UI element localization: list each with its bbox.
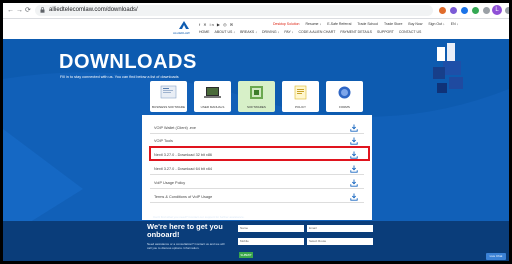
download-label: VoIP Usage Policy (154, 181, 186, 185)
logo-mark-icon (179, 21, 189, 29)
download-icon[interactable] (350, 179, 358, 187)
category-label: POLICY (294, 105, 306, 109)
nav-item[interactable]: PAY ↓ (284, 30, 293, 34)
nav-item[interactable]: BREAKS ↓ (240, 30, 257, 34)
social-icons[interactable]: f ✕ in ▶ ◎ ✉ (199, 22, 234, 27)
field-placeholder: Select Route (309, 239, 327, 243)
downloads-panel: VOIP Wallet (Client) .exe VOIP Tools Nextl… (142, 115, 372, 220)
category-image-icon (338, 86, 351, 99)
category-card[interactable]: USER MANUALS (194, 81, 231, 112)
category-card[interactable]: SOFTWARES (238, 81, 275, 112)
nav-item[interactable]: DRIVING ↓ (262, 30, 279, 34)
extension-icon[interactable] (450, 7, 457, 14)
form-field[interactable]: Name (238, 225, 304, 232)
download-row: Terms & Conditions of VoIP Usage (150, 192, 364, 203)
extension-icon[interactable] (483, 7, 490, 14)
cta-title: We're here to get you onboard! (147, 222, 223, 239)
highlight-box (149, 146, 370, 161)
category-label: BUSINESS SOFTWARE (152, 105, 185, 109)
top-links: Desktop Solution Resume ↓ E-Safe Referral T… (273, 22, 458, 26)
category-image-icon (204, 87, 221, 98)
cta-text: Need assistance or a consultation? Conta… (147, 242, 225, 250)
category-image-icon (160, 85, 177, 99)
field-placeholder: Email (309, 226, 317, 230)
browser-toolbar: ← → ⟳ alliedtelecomlaw.com/downloads/ L (3, 3, 509, 19)
top-link[interactable]: Trade School (357, 22, 378, 26)
download-icon[interactable] (350, 124, 358, 132)
address-bar[interactable]: alliedtelecomlaw.com/downloads/ (35, 5, 433, 16)
download-label: Nextl 3.27.0 - Download 64 bit x64 (154, 167, 213, 171)
reload-icon[interactable]: ⟳ (25, 6, 31, 15)
nav-item[interactable]: CODE A ALIEN CHART (298, 30, 335, 34)
category-cards: BUSINESS SOFTWARE USER MANUALS SOFTWARES PO… (150, 81, 363, 112)
lock-icon (40, 7, 45, 13)
download-label: Terms & Conditions of VoIP Usage (154, 195, 213, 199)
panel-note: Can't find what you need? Contact our su… (153, 215, 245, 219)
top-link[interactable]: EN ↓ (451, 22, 459, 26)
category-card[interactable]: POLICY (282, 81, 319, 112)
url-text: alliedtelecomlaw.com/downloads/ (49, 7, 138, 13)
form-field[interactable]: Mobile (238, 238, 304, 245)
nav-item[interactable]: ABOUT US ↓ (215, 30, 236, 34)
profile-avatar[interactable]: L (492, 5, 502, 15)
top-link[interactable]: E-Safe Referral (327, 22, 351, 26)
download-row: VoIP Usage Policy (150, 178, 364, 189)
category-label: SOFTWARES (247, 105, 266, 109)
nav-item[interactable]: HOME (199, 30, 210, 34)
nav-item[interactable]: CONTACT US (399, 30, 421, 34)
top-link[interactable]: Sign Out ↓ (428, 22, 444, 26)
form-field[interactable]: Email (307, 225, 373, 232)
download-icon[interactable] (350, 165, 358, 173)
extension-icon[interactable] (461, 7, 468, 14)
download-label: VOIP Wallet (Client) .exe (154, 126, 196, 130)
form-field[interactable]: Select Route (307, 238, 373, 245)
browser-window: ← → ⟳ alliedtelecomlaw.com/downloads/ L (3, 3, 509, 261)
category-label: FORMS (339, 105, 350, 109)
extension-icon[interactable] (439, 7, 446, 14)
download-row: Nextl 3.27.0 - Download 64 bit x64 (150, 164, 364, 175)
category-card[interactable]: BUSINESS SOFTWARE (150, 81, 187, 112)
site-header: ALLIEDLAW f ✕ in ▶ ◎ ✉ Desktop Solution R… (3, 19, 509, 39)
extension-icon[interactable] (505, 7, 509, 14)
extension-icon[interactable] (472, 7, 479, 14)
top-link[interactable]: Buy Now (408, 22, 422, 26)
page-subtitle: Fill in to stay connected with us. You c… (60, 75, 179, 79)
cubes-illustration (433, 43, 463, 93)
category-image-icon (250, 86, 263, 99)
field-placeholder: Name (240, 226, 249, 230)
forward-icon[interactable]: → (16, 6, 23, 15)
screenshot-frame: ← → ⟳ alliedtelecomlaw.com/downloads/ L (0, 0, 512, 264)
main-nav: HOME ABOUT US ↓ BREAKS ↓ DRIVING ↓ PAY ↓ CODE… (199, 30, 421, 34)
category-image-icon (294, 85, 307, 100)
top-link[interactable]: Trade Store (384, 22, 402, 26)
top-link[interactable]: Resume ↓ (305, 22, 321, 26)
nav-item[interactable]: PAYMENT DETAILS (340, 30, 372, 34)
submit-button[interactable]: SUBMIT (239, 252, 253, 258)
download-row: VOIP Wallet (Client) .exe (150, 123, 364, 134)
field-placeholder: Mobile (240, 239, 249, 243)
download-icon[interactable] (350, 137, 358, 145)
download-icon[interactable] (350, 193, 358, 201)
site-logo[interactable]: ALLIEDLAW (173, 21, 195, 37)
category-card[interactable]: FORMS (326, 81, 363, 112)
back-icon[interactable]: ← (7, 6, 14, 15)
page-title: DOWNLOADS (59, 51, 197, 73)
category-label: USER MANUALS (200, 105, 225, 109)
nav-item[interactable]: SUPPORT (377, 30, 394, 34)
download-label: VOIP Tools (154, 139, 173, 143)
live-chat-button[interactable]: Live Chat (486, 253, 506, 260)
top-link[interactable]: Desktop Solution (273, 22, 299, 26)
